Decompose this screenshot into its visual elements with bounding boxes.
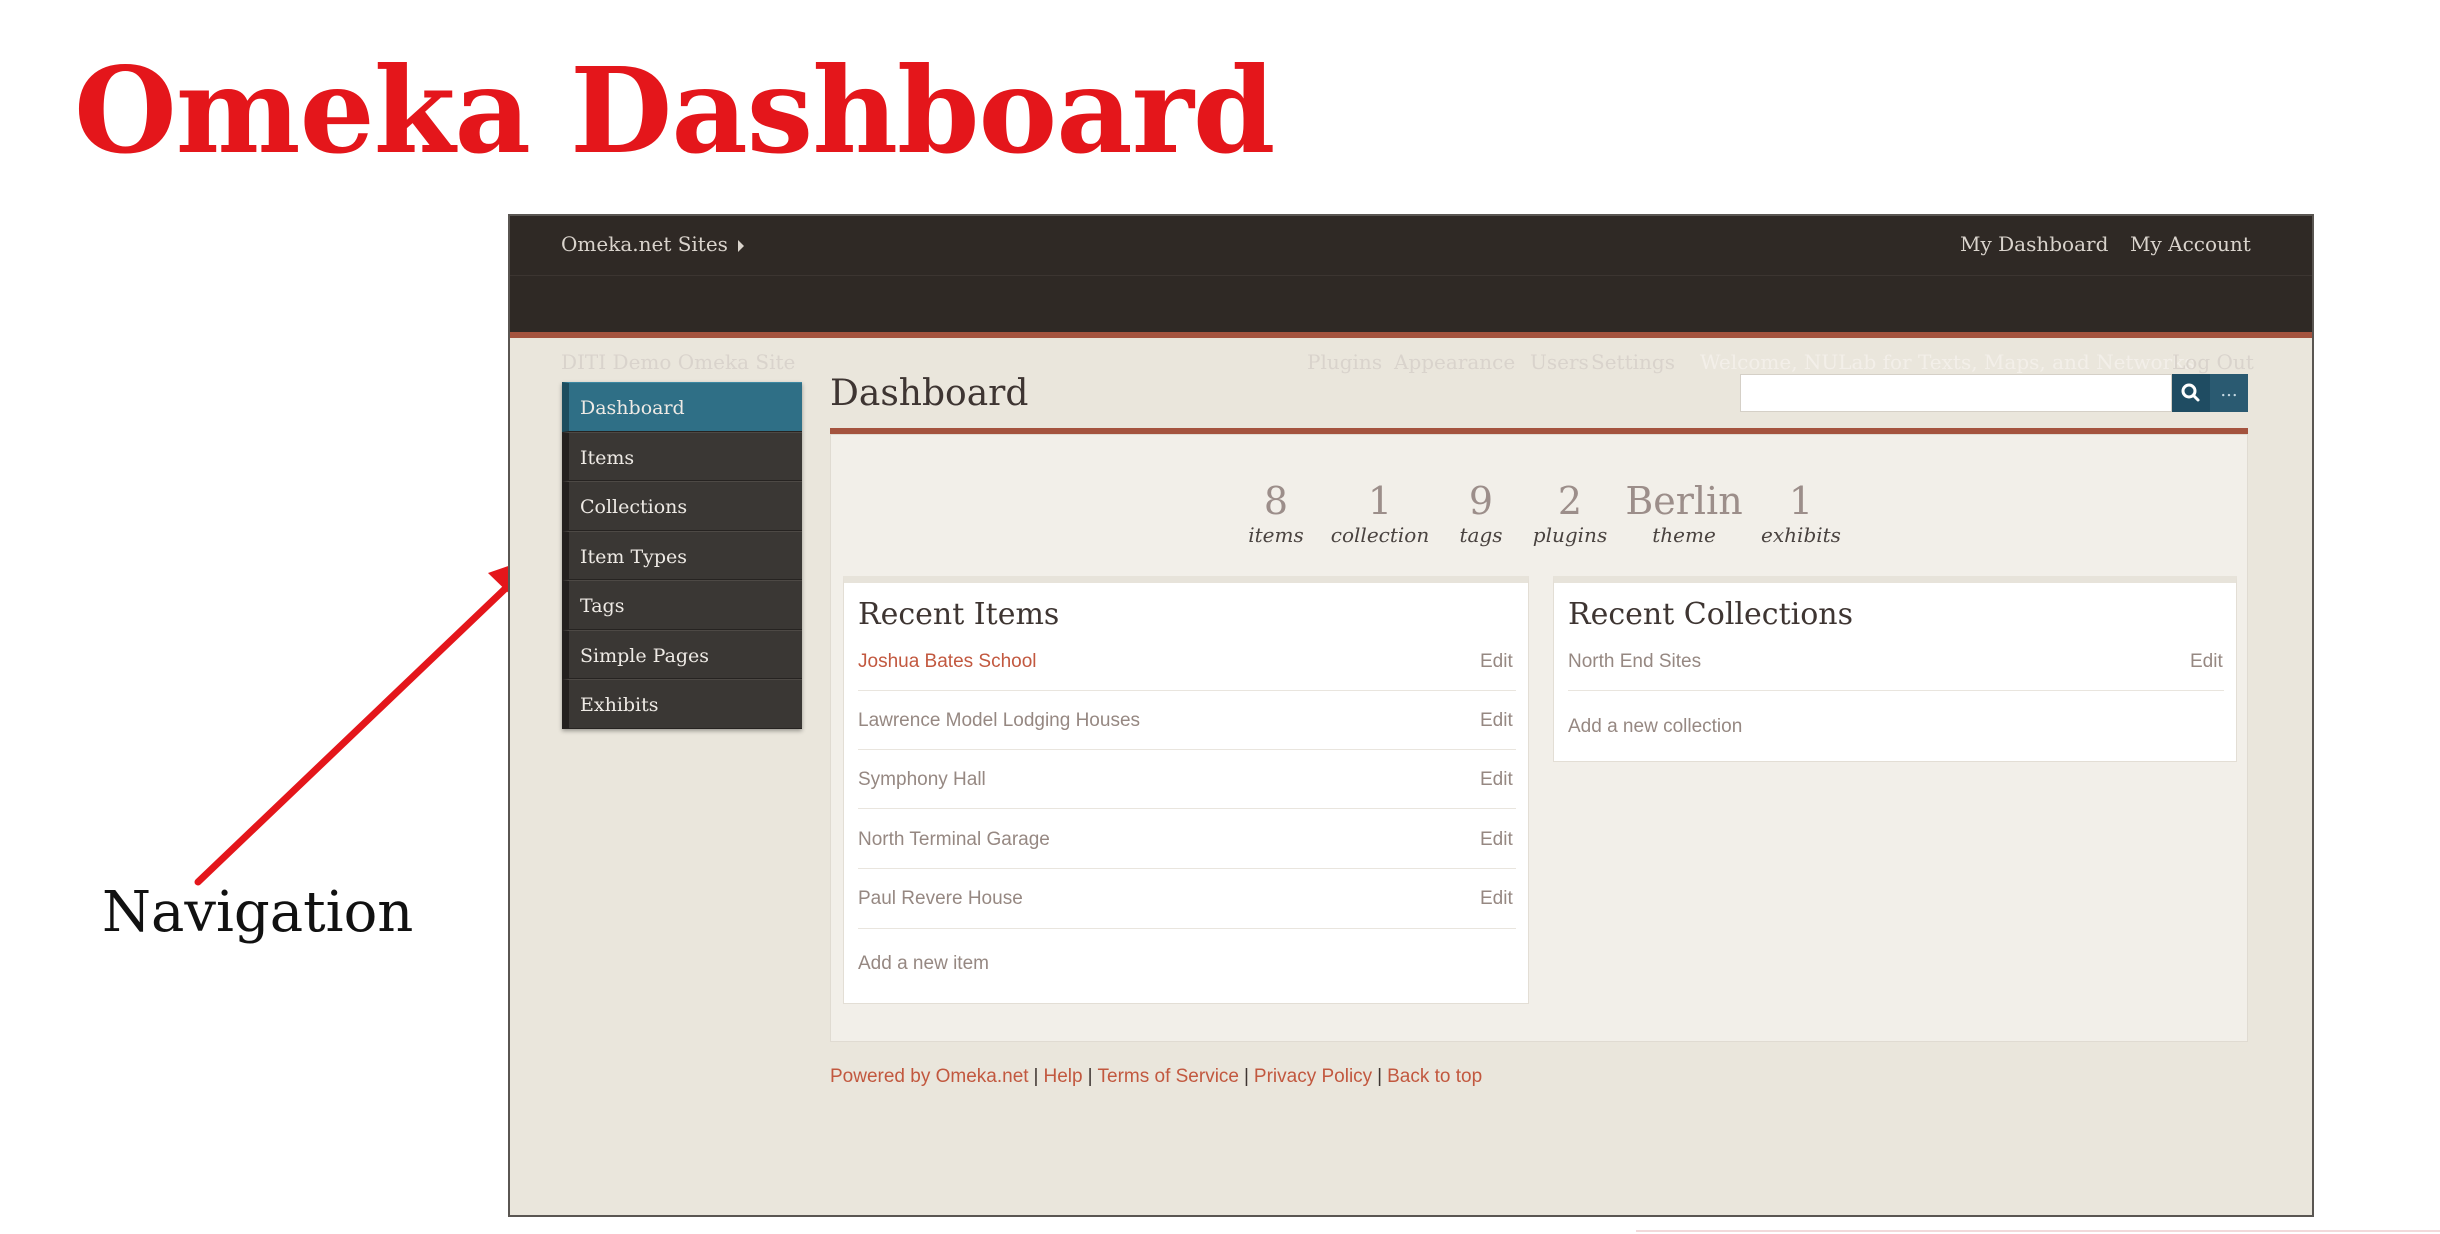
sidebar-item-tags[interactable]: Tags xyxy=(562,580,802,630)
nav-users[interactable]: Users xyxy=(1530,350,1589,374)
stat-value: 8 xyxy=(1263,479,1289,523)
stat-tags[interactable]: 9 tags xyxy=(1451,479,1511,547)
recent-collections-card: Recent Collections North End Sites Edit … xyxy=(1553,576,2237,762)
caret-right-icon xyxy=(737,239,744,252)
sites-menu-link[interactable]: Omeka.net Sites xyxy=(561,232,744,256)
search-input[interactable] xyxy=(1740,374,2172,412)
sidebar-item-simple-pages[interactable]: Simple Pages xyxy=(562,629,802,679)
stat-label: exhibits xyxy=(1761,523,1841,547)
stat-label: tags xyxy=(1459,523,1503,547)
edit-link[interactable]: Edit xyxy=(1480,888,1513,910)
header-accent-bar xyxy=(510,332,2312,338)
footer-back-to-top-link[interactable]: Back to top xyxy=(1387,1066,1482,1087)
edit-link[interactable]: Edit xyxy=(1480,710,1513,732)
footer-separator: | xyxy=(1033,1066,1039,1087)
global-topbar: Omeka.net Sites My Dashboard My Account xyxy=(510,216,2312,276)
stat-exhibits[interactable]: 1 exhibits xyxy=(1753,479,1849,547)
stat-label: plugins xyxy=(1532,523,1608,547)
nav-appearance[interactable]: Appearance xyxy=(1394,350,1515,374)
row-divider xyxy=(1568,690,2224,691)
sidebar-item-item-types[interactable]: Item Types xyxy=(562,530,802,580)
stat-plugins[interactable]: 2 plugins xyxy=(1525,479,1615,547)
edit-link[interactable]: Edit xyxy=(2190,651,2223,673)
site-topbar: DITI Demo Omeka Site Plugins Appearance … xyxy=(510,276,2312,374)
stat-label: collection xyxy=(1330,523,1430,547)
site-name-link[interactable]: DITI Demo Omeka Site xyxy=(561,350,795,374)
footer-separator: | xyxy=(1243,1066,1249,1087)
footer-links: Powered by Omeka.net | Help | Terms of Servi… xyxy=(830,1066,1482,1088)
stat-theme[interactable]: Berlin theme xyxy=(1619,479,1749,547)
recent-items-title: Recent Items xyxy=(858,597,1060,632)
stat-label: items xyxy=(1248,523,1304,547)
my-dashboard-link[interactable]: My Dashboard xyxy=(1960,232,2108,256)
slide-divider xyxy=(1636,1230,2440,1232)
sidebar-item-items[interactable]: Items xyxy=(562,431,802,481)
nav-settings[interactable]: Settings xyxy=(1591,350,1675,374)
my-account-link[interactable]: My Account xyxy=(2130,232,2251,256)
footer-help-link[interactable]: Help xyxy=(1043,1066,1082,1087)
screenshot-window: Omeka.net Sites My Dashboard My Account … xyxy=(508,214,2314,1217)
search-icon xyxy=(2181,383,2200,402)
sidebar-nav: Dashboard Items Collections Item Types T… xyxy=(562,382,802,729)
recent-collections-title: Recent Collections xyxy=(1568,597,1853,632)
footer-privacy-link[interactable]: Privacy Policy xyxy=(1254,1066,1372,1087)
edit-link[interactable]: Edit xyxy=(1480,651,1513,673)
welcome-message: Welcome, NULab for Texts, Maps, and Netw… xyxy=(1700,350,2195,374)
slide-title: Omeka Dashboard xyxy=(74,41,1275,180)
add-new-item-link[interactable]: Add a new item xyxy=(858,953,989,975)
search-button[interactable] xyxy=(2172,374,2210,412)
edit-link[interactable]: Edit xyxy=(1480,769,1513,791)
sidebar-item-dashboard[interactable]: Dashboard xyxy=(562,382,802,432)
sidebar-item-exhibits[interactable]: Exhibits xyxy=(562,679,802,729)
row-divider xyxy=(858,749,1516,750)
callout-label: Navigation xyxy=(102,880,414,945)
row-divider xyxy=(858,690,1516,691)
recent-item-link[interactable]: Symphony Hall xyxy=(858,769,986,791)
recent-item-link[interactable]: North Terminal Garage xyxy=(858,829,1050,851)
stat-value: 1 xyxy=(1788,479,1814,523)
stat-value: 9 xyxy=(1468,479,1494,523)
sites-menu-label: Omeka.net Sites xyxy=(561,232,728,256)
row-divider xyxy=(858,868,1516,869)
edit-link[interactable]: Edit xyxy=(1480,829,1513,851)
footer-terms-link[interactable]: Terms of Service xyxy=(1098,1066,1239,1087)
page-title: Dashboard xyxy=(830,373,1029,414)
nav-plugins[interactable]: Plugins xyxy=(1307,350,1382,374)
dashboard-panel: 8 items 1 collection 9 tags 2 plugins Be… xyxy=(830,434,2248,1042)
recent-item-link[interactable]: Joshua Bates School xyxy=(858,651,1037,673)
footer-separator: | xyxy=(1377,1066,1383,1087)
recent-item-link[interactable]: Paul Revere House xyxy=(858,888,1023,910)
row-divider xyxy=(858,808,1516,809)
add-new-collection-link[interactable]: Add a new collection xyxy=(1568,716,1742,738)
stat-value: 1 xyxy=(1367,479,1393,523)
footer-powered-by-link[interactable]: Powered by Omeka.net xyxy=(830,1066,1029,1087)
stat-items[interactable]: 8 items xyxy=(1246,479,1306,547)
logout-link[interactable]: Log Out xyxy=(2172,350,2254,374)
row-divider xyxy=(858,928,1516,929)
recent-items-card: Recent Items Joshua Bates School Edit La… xyxy=(843,576,1529,1004)
footer-separator: | xyxy=(1087,1066,1093,1087)
sidebar-item-collections[interactable]: Collections xyxy=(562,481,802,531)
recent-collection-link[interactable]: North End Sites xyxy=(1568,651,1701,673)
stat-value: 2 xyxy=(1557,479,1583,523)
advanced-search-button[interactable]: ... xyxy=(2210,374,2248,412)
recent-item-link[interactable]: Lawrence Model Lodging Houses xyxy=(858,710,1140,732)
stat-collections[interactable]: 1 collection xyxy=(1325,479,1435,547)
stat-label: theme xyxy=(1652,523,1716,547)
stat-value: Berlin xyxy=(1625,479,1743,523)
